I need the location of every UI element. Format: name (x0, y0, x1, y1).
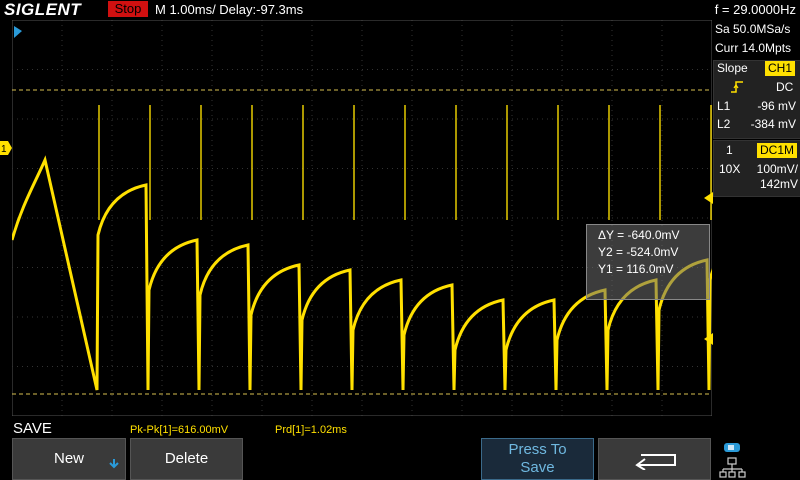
measurement-period: Prd[1]=1.02ms (275, 424, 347, 436)
cursor-y2: Y2 = -524.0mV (598, 245, 679, 259)
arrow-down-icon (109, 459, 119, 469)
measurement-pkpk: Pk-Pk[1]=616.00mV (130, 424, 229, 436)
trigger-source-badge: CH1 (765, 61, 795, 76)
channel1-ground-marker-icon[interactable]: 1 (0, 141, 12, 155)
press-to-save-line1: Press To (508, 441, 567, 458)
channel-coupling-badge: DC1M (757, 143, 797, 158)
press-to-save-line2: Save (520, 459, 555, 476)
trigger-l1-label: L1 (717, 99, 731, 113)
new-button-label: New (53, 450, 84, 467)
frequency-counter: f = 29.0000Hz (714, 2, 796, 17)
status-bar: SIGLENT Stop M 1.00ms/ Delay:-97.3ms f =… (0, 0, 800, 19)
cursor-y1: Y1 = 116.0mV (598, 262, 674, 276)
trigger-level-l1-icon[interactable] (704, 192, 713, 204)
trigger-coupling: DC (776, 80, 794, 94)
trigger-l2-value: -384 mV (750, 117, 796, 131)
trigger-l2-label: L2 (717, 117, 731, 131)
menu-title: SAVE (13, 420, 52, 437)
delete-button[interactable]: Delete (130, 438, 243, 480)
new-button[interactable]: New (12, 438, 126, 480)
sample-rate: Sa 50.0MSa/s (715, 22, 791, 36)
rising-edge-icon (731, 81, 743, 93)
channel-number: 1 (726, 143, 733, 157)
trigger-type-label: Slope (717, 61, 748, 75)
press-to-save-button[interactable]: Press To Save (481, 438, 594, 480)
trigger-l1-value: -96 mV (757, 99, 796, 113)
trigger-level-l2-icon[interactable] (704, 333, 713, 345)
probe-attenuation: 10X (719, 162, 741, 176)
waveform-display[interactable] (12, 20, 712, 416)
volts-per-div: 100mV/ (756, 162, 798, 176)
run-state-badge[interactable]: Stop (108, 1, 148, 17)
svg-text:1: 1 (1, 144, 7, 155)
channel-offset: 142mV (759, 177, 798, 191)
network-status-icon (719, 443, 746, 478)
back-button[interactable] (598, 438, 711, 480)
timebase-readout[interactable]: M 1.00ms/ Delay:-97.3ms (155, 0, 303, 19)
brand-logo: SIGLENT (4, 0, 82, 19)
memory-depth: Curr 14.0Mpts (715, 41, 792, 55)
return-arrow-icon (635, 454, 676, 470)
cursor-delta-y: ΔY = -640.0mV (598, 228, 680, 242)
delete-button-label: Delete (164, 450, 209, 467)
